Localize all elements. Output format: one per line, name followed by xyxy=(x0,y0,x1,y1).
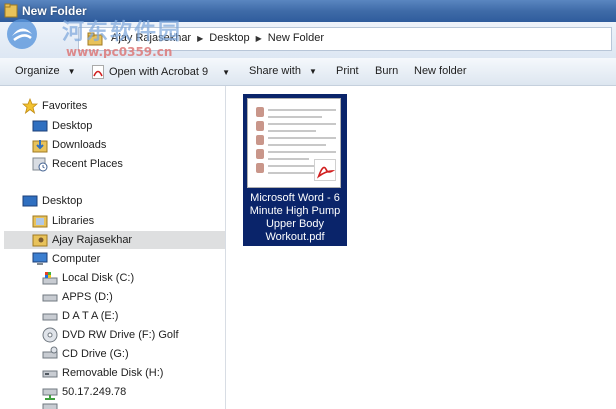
nav-label: Ajay Rajasekhar xyxy=(52,234,133,246)
nav-favorites-downloads[interactable]: Downloads xyxy=(32,136,106,154)
file-list[interactable]: Microsoft Word - 6 Minute High Pump Uppe… xyxy=(227,86,616,409)
nav-label: Libraries xyxy=(52,215,95,227)
nav-label: 50.17.249.78 xyxy=(62,386,127,398)
desktop-icon xyxy=(22,195,38,207)
open-with-acrobat-button[interactable]: Open with Acrobat 9 ▼ xyxy=(92,65,230,79)
nav-network-drive[interactable]: 50.17.249.78 xyxy=(42,383,126,401)
drive-icon xyxy=(42,313,58,321)
file-item-pdf[interactable]: Microsoft Word - 6 Minute High Pump Uppe… xyxy=(243,94,347,246)
dropdown-caret-icon: ▼ xyxy=(222,67,230,77)
organize-label: Organize xyxy=(15,65,60,77)
chevron-right-icon[interactable]: ▶ xyxy=(193,34,207,43)
open-with-label: Open with Acrobat 9 xyxy=(109,66,209,78)
file-name-line: Upper Body xyxy=(265,218,325,230)
nav-drive-f[interactable]: DVD RW Drive (F:) Golf xyxy=(42,326,179,344)
watermark-site-name: 河东软件园 xyxy=(62,20,183,45)
nav-label: Computer xyxy=(52,253,101,265)
nav-drive-e[interactable]: D A T A (E:) xyxy=(42,307,118,325)
removable-disk-icon xyxy=(42,370,58,378)
breadcrumb-desktop[interactable]: Desktop xyxy=(207,32,251,44)
dvd-icon xyxy=(42,327,58,343)
network-drive-icon xyxy=(42,403,58,409)
nav-drive-c[interactable]: Local Disk (C:) xyxy=(42,269,134,287)
nav-libraries[interactable]: Libraries xyxy=(32,212,94,230)
file-name-line: Minute High Pump xyxy=(249,205,341,217)
cd-icon xyxy=(42,346,58,359)
organize-button[interactable]: Organize ▼ xyxy=(15,65,76,77)
nav-user-folder[interactable]: Ajay Rajasekhar xyxy=(4,231,225,249)
nav-favorites-desktop[interactable]: Desktop xyxy=(32,117,92,135)
nav-computer[interactable]: Computer xyxy=(32,250,100,268)
nav-label: CD Drive (G:) xyxy=(62,348,129,360)
nav-label: Local Disk (C:) xyxy=(62,272,135,284)
nav-label: DVD RW Drive (F:) Golf xyxy=(62,329,179,341)
dropdown-caret-icon: ▼ xyxy=(308,66,317,76)
dropdown-caret-icon: ▼ xyxy=(67,66,76,76)
drive-icon xyxy=(42,294,58,302)
burn-button[interactable]: Burn xyxy=(375,65,398,77)
command-bar: Organize ▼ Open with Acrobat 9 ▼ Share w… xyxy=(0,58,616,86)
nav-favorites-recent-places[interactable]: Recent Places xyxy=(32,155,123,173)
share-with-button[interactable]: Share with ▼ xyxy=(249,65,317,77)
pdf-thumbnail xyxy=(247,98,341,188)
thumbnail-figures xyxy=(256,107,268,177)
nav-drive-h[interactable]: Removable Disk (H:) xyxy=(42,364,163,382)
nav-label: Desktop xyxy=(52,120,93,132)
file-name: Microsoft Word - 6 Minute High Pump Uppe… xyxy=(245,192,345,244)
watermark-url: www.pc0359.cn xyxy=(66,45,173,59)
file-name-line: Workout.pdf xyxy=(265,231,325,243)
recent-places-icon xyxy=(32,157,48,172)
favorites-star-icon xyxy=(22,98,38,114)
nav-label: Removable Disk (H:) xyxy=(62,367,164,379)
watermark-logo-icon xyxy=(7,19,37,49)
new-folder-button[interactable]: New folder xyxy=(414,65,467,77)
nav-label: Desktop xyxy=(42,195,83,207)
local-disk-icon xyxy=(42,272,58,285)
network-drive-icon xyxy=(42,388,58,400)
desktop-icon xyxy=(32,120,48,132)
chevron-right-icon[interactable]: ▶ xyxy=(252,34,266,43)
pdf-icon xyxy=(314,159,336,181)
navigation-pane[interactable]: Favorites Desktop Downloads Recent Place… xyxy=(0,86,226,409)
nav-label: APPS (D:) xyxy=(62,291,113,303)
nav-drive-d[interactable]: APPS (D:) xyxy=(42,288,113,306)
acrobat-icon xyxy=(92,65,104,79)
nav-drive-g[interactable]: CD Drive (G:) xyxy=(42,345,129,363)
nav-label: Recent Places xyxy=(52,158,123,170)
nav-label: D A T A (E:) xyxy=(62,310,119,322)
breadcrumb-new-folder[interactable]: New Folder xyxy=(266,32,326,44)
downloads-icon xyxy=(32,140,48,153)
nav-label: Favorites xyxy=(42,100,88,112)
print-button[interactable]: Print xyxy=(336,65,359,77)
nav-partial-item[interactable] xyxy=(42,402,62,409)
nav-desktop[interactable]: Desktop xyxy=(22,192,82,210)
share-with-label: Share with xyxy=(249,65,301,77)
computer-icon xyxy=(32,252,48,265)
nav-favorites[interactable]: Favorites xyxy=(22,97,87,115)
libraries-icon xyxy=(32,215,48,228)
user-folder-icon xyxy=(32,234,48,247)
nav-label: Downloads xyxy=(52,139,107,151)
file-name-line: Microsoft Word - 6 xyxy=(250,192,340,204)
